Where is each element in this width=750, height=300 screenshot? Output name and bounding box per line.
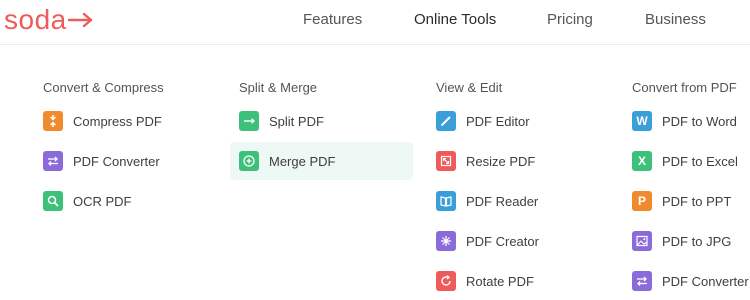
column-title-convert-from-pdf: Convert from PDF bbox=[632, 80, 737, 95]
menu-item-label: PDF Converter bbox=[73, 153, 160, 169]
menu-item-label: PDF Creator bbox=[466, 233, 539, 249]
pencil-icon bbox=[436, 111, 456, 131]
menu-item-pdf-reader[interactable]: PDF Reader bbox=[436, 182, 538, 220]
menu-item-label: PDF Converter bbox=[662, 273, 749, 289]
menu-item-pdf-to-jpg[interactable]: PDF to JPG bbox=[632, 222, 731, 260]
soda-logo[interactable]: soda bbox=[4, 4, 94, 36]
menu-item-label: PDF to Excel bbox=[662, 153, 738, 169]
nav-business[interactable]: Business bbox=[645, 11, 706, 28]
menu-item-pdf-to-word[interactable]: W PDF to Word bbox=[632, 102, 737, 140]
convert-icon bbox=[632, 271, 652, 291]
compress-icon bbox=[43, 111, 63, 131]
ppt-icon: P bbox=[632, 191, 652, 211]
convert-icon bbox=[43, 151, 63, 171]
menu-item-compress-pdf[interactable]: Compress PDF bbox=[43, 102, 162, 140]
nav-pricing[interactable]: Pricing bbox=[547, 11, 593, 28]
menu-item-pdf-creator[interactable]: PDF Creator bbox=[436, 222, 539, 260]
menu-item-label: Resize PDF bbox=[466, 153, 536, 169]
book-icon bbox=[436, 191, 456, 211]
logo-text: soda bbox=[4, 4, 67, 35]
nav-online-tools[interactable]: Online Tools bbox=[414, 11, 496, 28]
menu-item-label: PDF Reader bbox=[466, 193, 539, 209]
menu-item-merge-pdf[interactable]: Merge PDF bbox=[230, 142, 413, 180]
menu-item-pdf-converter-2[interactable]: PDF Converter bbox=[632, 262, 749, 300]
excel-icon: X bbox=[632, 151, 652, 171]
menu-item-pdf-to-ppt[interactable]: P PDF to PPT bbox=[632, 182, 731, 220]
menu-item-resize-pdf[interactable]: Resize PDF bbox=[436, 142, 535, 180]
menu-item-pdf-to-excel[interactable]: X PDF to Excel bbox=[632, 142, 738, 180]
menu-item-label: OCR PDF bbox=[73, 193, 132, 209]
top-navigation-bar: soda Features Online Tools Pricing Busin… bbox=[0, 0, 750, 45]
split-icon bbox=[239, 111, 259, 131]
menu-item-label: PDF to JPG bbox=[662, 233, 732, 249]
menu-item-label: Split PDF bbox=[269, 113, 324, 129]
image-icon bbox=[632, 231, 652, 251]
menu-item-label: Merge PDF bbox=[269, 153, 336, 169]
ocr-search-icon bbox=[43, 191, 63, 211]
column-title-convert-compress: Convert & Compress bbox=[43, 80, 164, 95]
menu-item-label: PDF to Word bbox=[662, 113, 737, 129]
menu-item-label: Compress PDF bbox=[73, 113, 162, 129]
menu-item-label: PDF Editor bbox=[466, 113, 530, 129]
column-title-view-edit: View & Edit bbox=[436, 80, 503, 95]
rotate-icon bbox=[436, 271, 456, 291]
menu-item-split-pdf[interactable]: Split PDF bbox=[239, 102, 324, 140]
menu-item-ocr-pdf[interactable]: OCR PDF bbox=[43, 182, 132, 220]
column-title-split-merge: Split & Merge bbox=[239, 80, 318, 95]
sparkle-icon bbox=[436, 231, 456, 251]
menu-item-label: PDF to PPT bbox=[662, 193, 732, 209]
logo-arrow-icon bbox=[67, 12, 94, 28]
menu-item-rotate-pdf[interactable]: Rotate PDF bbox=[436, 262, 534, 300]
word-icon: W bbox=[632, 111, 652, 131]
menu-item-label: Rotate PDF bbox=[466, 273, 534, 289]
merge-icon bbox=[239, 151, 259, 171]
menu-item-pdf-converter[interactable]: PDF Converter bbox=[43, 142, 160, 180]
menu-item-pdf-editor[interactable]: PDF Editor bbox=[436, 102, 530, 140]
resize-icon bbox=[436, 151, 456, 171]
nav-features[interactable]: Features bbox=[303, 11, 362, 28]
